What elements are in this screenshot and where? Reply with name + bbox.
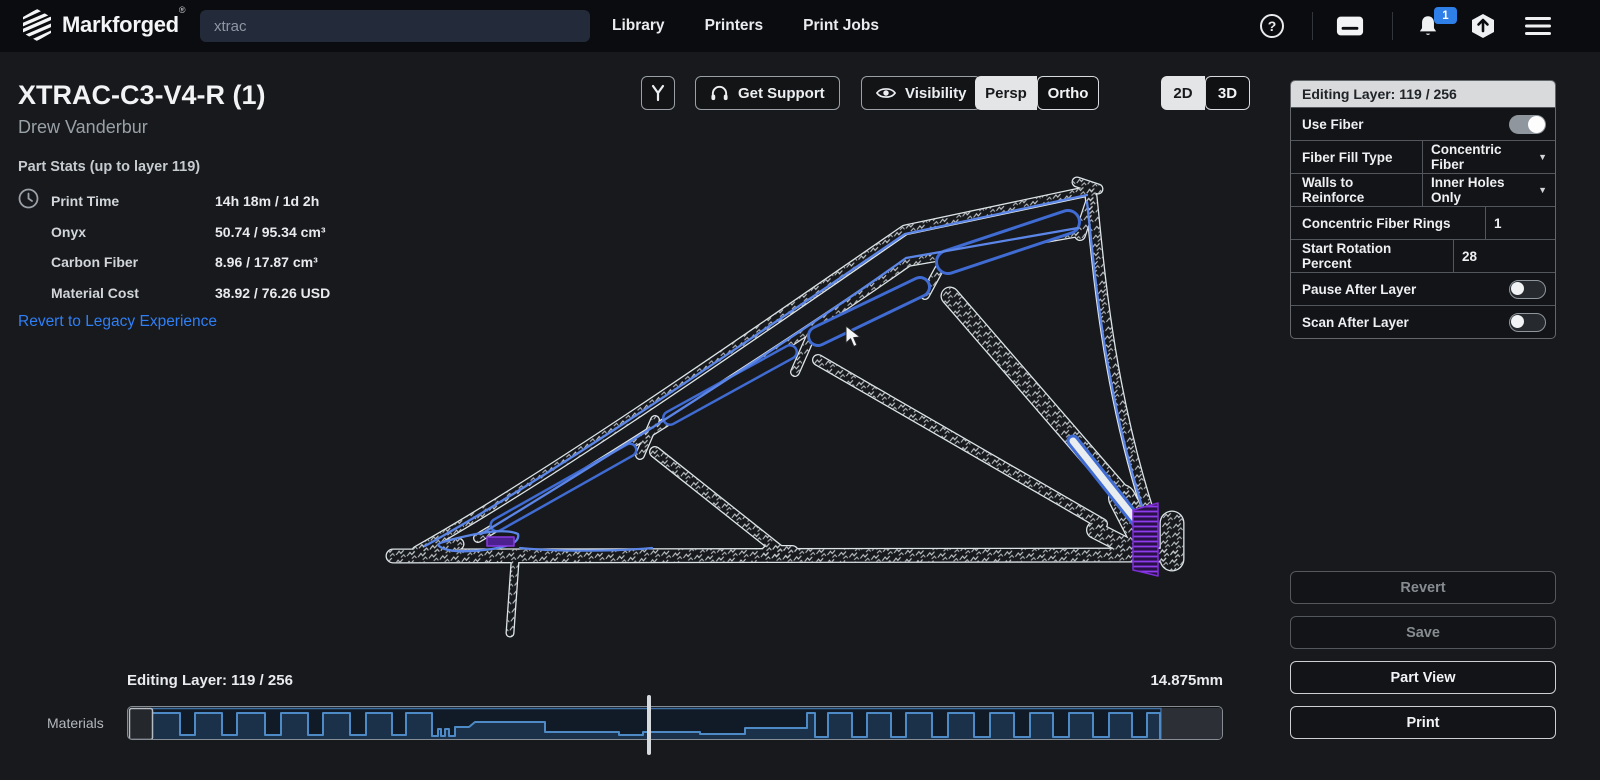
3d-toggle[interactable]: 3D [1205,76,1250,110]
branch-icon [651,84,665,102]
fiber-ring-paths [489,209,1081,533]
logo-text: Markforged [62,12,179,37]
stat-label: Onyx [51,223,87,240]
markforged-logo[interactable]: Markforged® [22,5,185,41]
menu-icon[interactable] [1524,12,1552,40]
stat-label: Print Time [51,193,120,210]
clock-icon [18,188,51,214]
scan-after-layer-toggle[interactable] [1509,312,1546,332]
projection-toggle: Persp Ortho [975,76,1099,110]
walls-to-reinforce-label: Walls to Reinforce [1302,175,1365,205]
stat-row-print-time: Print Time 14h 18m / 1d 2h [18,186,330,217]
walls-to-reinforce-dropdown[interactable]: Inner Holes Only ▼ [1422,174,1555,206]
part-owner: Drew Vanderbur [18,117,148,137]
concentric-fiber-rings-input[interactable]: 1 [1485,207,1555,239]
layer-height-label: 14.875mm [1150,672,1223,689]
walls-to-reinforce-value: Inner Holes Only [1431,175,1505,205]
row-use-fiber: Use Fiber [1291,107,1555,140]
row-pause-after-layer: Pause After Layer [1291,272,1555,305]
persp-toggle[interactable]: Persp [975,76,1037,110]
part-stats-heading: Part Stats (up to layer 119) [18,159,201,175]
pause-after-layer-toggle[interactable] [1509,279,1546,299]
concentric-fiber-rings-label: Concentric Fiber Rings [1302,215,1451,231]
divider [1392,12,1393,40]
chevron-down-icon: ▼ [1538,185,1547,195]
chevron-down-icon: ▼ [1538,152,1547,162]
stat-row-carbon-fiber: Carbon Fiber 8.96 / 17.87 cm³ [18,247,330,278]
print-button[interactable]: Print [1290,706,1556,739]
main-nav: Library Printers Print Jobs [612,0,879,52]
notification-badge: 1 [1434,7,1457,24]
stat-row-onyx: Onyx 50.74 / 95.34 cm³ [18,217,330,248]
get-support-label: Get Support [738,84,825,102]
search-input[interactable]: xtrac [200,10,590,42]
editing-layer-label: Editing Layer: 119 / 256 [127,672,293,689]
fiber-fill-type-label: Fiber Fill Type [1302,149,1393,165]
revert-legacy-link[interactable]: Revert to Legacy Experience [18,313,217,331]
help-icon[interactable]: ? [1258,12,1286,40]
row-concentric-fiber-rings: Concentric Fiber Rings 1 [1291,206,1555,239]
page-title: XTRAC-C3-V4-R (1) [18,80,266,110]
slice-view-canvas [385,176,1185,638]
row-scan-after-layer: Scan After Layer [1291,305,1555,338]
eye-icon [876,88,896,98]
stat-label: Material Cost [51,284,139,301]
start-rotation-percent-label: Start Rotation Percent [1302,241,1392,271]
stat-value: 50.74 / 95.34 cm³ [215,223,326,240]
start-rotation-percent-input[interactable]: 28 [1453,240,1555,272]
wallet-icon[interactable] [1336,12,1364,40]
markforged-logo-icon [23,9,51,41]
branch-button[interactable] [641,76,675,110]
upper-layers-region [1162,708,1222,739]
ortho-toggle[interactable]: Ortho [1037,76,1099,110]
stat-label: Carbon Fiber [51,254,139,271]
part-view-button[interactable]: Part View [1290,661,1556,694]
headset-icon [711,85,728,100]
layer-slider-track[interactable] [127,706,1223,740]
layer-materials-waveform [128,707,1222,740]
svg-text:?: ? [1268,18,1277,34]
use-fiber-toggle[interactable] [1509,114,1546,134]
concentric-fiber-rings-value: 1 [1494,215,1502,231]
stat-value: 8.96 / 17.87 cm³ [215,254,318,271]
fiber-fill-type-value: Concentric Fiber [1431,142,1502,172]
logo-registered-mark: ® [178,5,186,15]
get-support-button[interactable]: Get Support [695,76,840,110]
layer-edit-panel: Editing Layer: 119 / 256 Use Fiber Fiber… [1290,80,1556,339]
stat-value: 14h 18m / 1d 2h [215,193,320,210]
nav-print-jobs[interactable]: Print Jobs [803,17,879,35]
revert-button[interactable]: Revert [1290,571,1556,604]
part-stats: Print Time 14h 18m / 1d 2h Onyx 50.74 / … [18,186,330,308]
start-rotation-percent-value: 28 [1462,248,1478,264]
slider-start-handle[interactable] [128,707,154,740]
save-button[interactable]: Save [1290,616,1556,649]
visibility-button[interactable]: Visibility [861,76,982,110]
pause-after-layer-label: Pause After Layer [1302,281,1417,297]
nav-printers[interactable]: Printers [705,17,764,35]
stat-value: 38.92 / 76.26 USD [215,284,331,301]
divider [1312,12,1313,40]
scan-after-layer-label: Scan After Layer [1302,314,1409,330]
current-layer-cursor[interactable] [647,695,651,755]
row-walls-to-reinforce: Walls to Reinforce Inner Holes Only ▼ [1291,173,1555,206]
dimension-toggle: 2D 3D [1161,76,1250,110]
use-fiber-label: Use Fiber [1302,116,1364,132]
shield-up-icon[interactable] [1469,12,1497,40]
row-start-rotation-percent: Start Rotation Percent 28 [1291,239,1555,272]
row-fiber-fill-type: Fiber Fill Type Concentric Fiber ▼ [1291,140,1555,173]
fiber-fill-type-dropdown[interactable]: Concentric Fiber ▼ [1422,141,1555,173]
editing-layer-header: Editing Layer: 119 / 256 [1291,81,1555,107]
stat-row-material-cost: Material Cost 38.92 / 76.26 USD [18,278,330,309]
nav-library[interactable]: Library [612,17,665,35]
2d-toggle[interactable]: 2D [1161,76,1205,110]
onyx-infill-hatch [386,177,1184,637]
search-value: xtrac [214,17,247,35]
top-bar: Markforged® xtrac Library Printers Print… [0,0,1600,52]
materials-label: Materials [47,715,104,731]
visibility-label: Visibility [905,84,967,102]
